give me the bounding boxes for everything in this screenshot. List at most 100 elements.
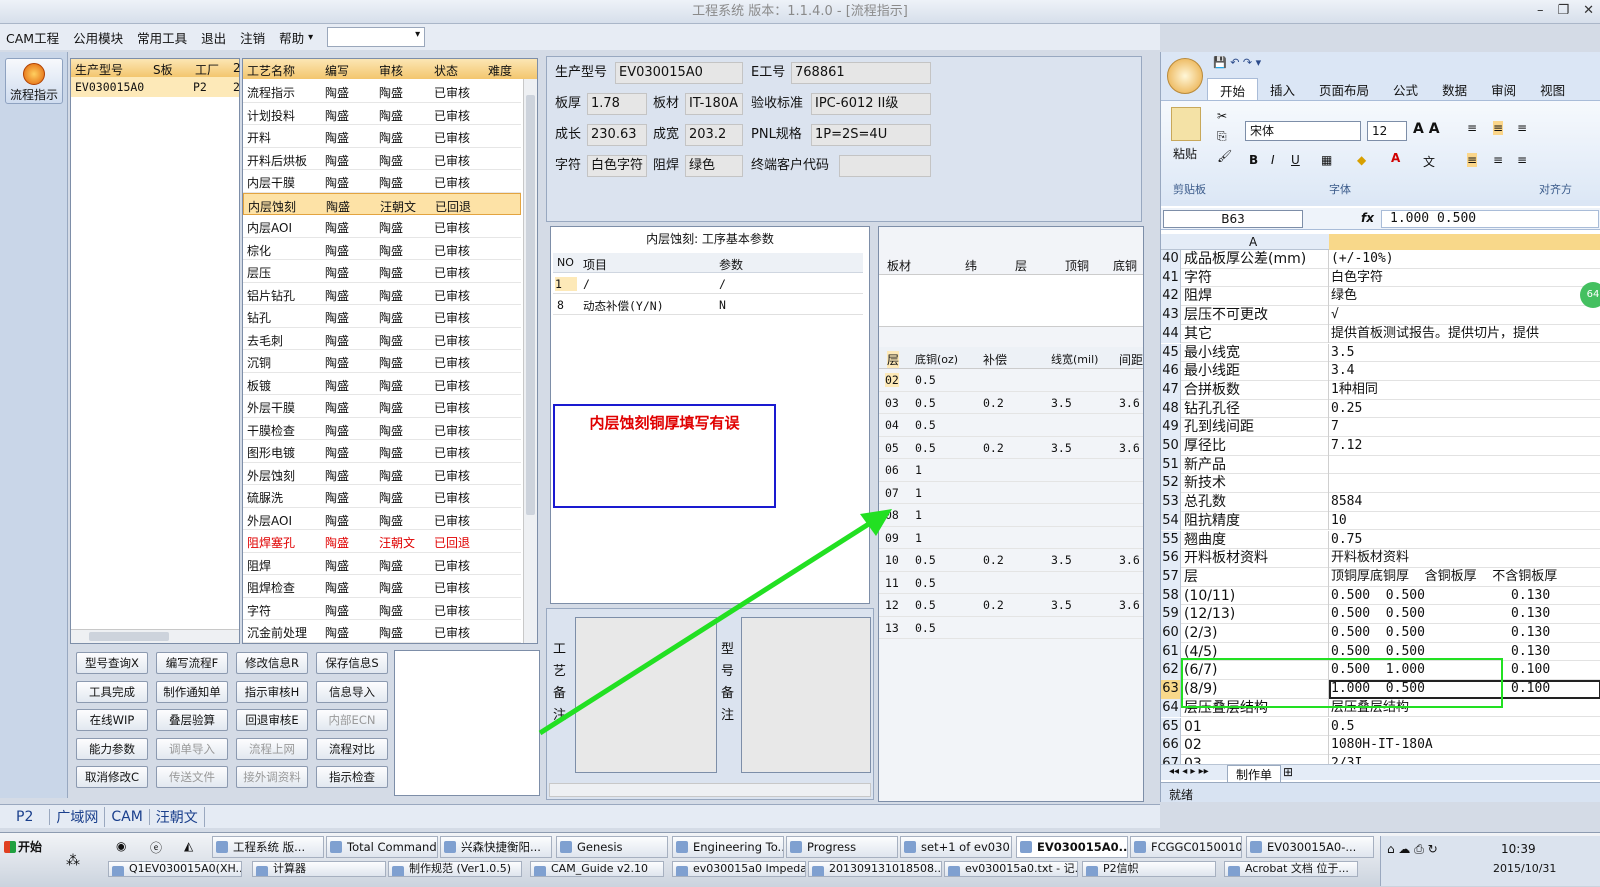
sheet-row[interactable]: 54 阻抗精度 10 (1161, 511, 1600, 531)
sheet-row[interactable]: 65 01 0.5 (1161, 717, 1600, 737)
flow-online-button[interactable]: 流程上网 (236, 737, 308, 760)
grow-font-icon[interactable]: A A (1413, 121, 1440, 137)
notes-box[interactable] (394, 650, 540, 796)
menu-logout[interactable]: 注销 (240, 28, 265, 47)
taskbar-item[interactable]: P2信帜 (1082, 861, 1216, 877)
row-number[interactable]: 40 (1161, 250, 1181, 269)
pnl-field[interactable]: 1P=2S=4U (811, 124, 931, 146)
taskbar-item[interactable]: set+1 of ev030... (900, 836, 1012, 858)
layer-row[interactable]: 11 0.5 (879, 572, 1143, 594)
sheet-row[interactable]: 50 厚径比 7.12 (1161, 437, 1600, 456)
copy-icon[interactable]: ⎘ (1217, 129, 1227, 144)
sheet-row[interactable]: 40 成品板厚公差(mm) (+/-10%) (1161, 250, 1600, 269)
row-number[interactable]: 45 (1161, 343, 1181, 363)
cell-b[interactable]: 0.500 0.500 0.130 (1329, 605, 1600, 624)
cell-b[interactable]: 提供首板测试报告。提供切片，提供 (1329, 325, 1600, 344)
process-remark-field[interactable] (575, 617, 717, 773)
cell-b[interactable]: 开料板材资料 (1329, 549, 1600, 568)
layer-row[interactable]: 02 0.5 (879, 369, 1143, 392)
cell-a[interactable]: 01 (1182, 717, 1329, 737)
row-number[interactable]: 53 (1161, 493, 1181, 512)
taskbar-item[interactable]: 工程系统 版... (212, 836, 324, 858)
cell-a[interactable]: (10/11) (1182, 586, 1329, 606)
taskbar-item[interactable]: 制作规范 (Ver1.0.5) (388, 861, 522, 877)
sheet-row[interactable]: 46 最小线距 3.4 (1161, 362, 1600, 381)
cell-a[interactable]: 新产品 (1182, 455, 1329, 475)
process-row[interactable]: 外层AOI 陶盛 陶盛 已审核 (243, 508, 521, 530)
row-number[interactable]: 42 (1161, 287, 1181, 307)
align-top-icon[interactable]: ≡ (1467, 121, 1477, 135)
cell-b[interactable]: 7.12 (1329, 437, 1600, 456)
process-row[interactable]: 去毛刺 陶盛 陶盛 已审核 (243, 328, 521, 350)
eno-field[interactable]: 768861 (791, 62, 931, 84)
model-field[interactable]: EV030015A0 (615, 62, 743, 84)
process-row[interactable]: 干膜检查 陶盛 陶盛 已审核 (243, 418, 521, 440)
process-row[interactable]: 图形电镀 陶盛 陶盛 已审核 (243, 440, 521, 463)
font-color-icon[interactable]: A (1391, 151, 1400, 165)
cell-b[interactable]: 0.25 (1329, 400, 1600, 419)
align-left-icon[interactable]: ≡ (1467, 153, 1478, 167)
taskbar-item[interactable]: Genesis (556, 836, 668, 858)
taskbar-item[interactable]: EV030015A0-... (1246, 836, 1374, 858)
fill-color-icon[interactable]: ◆ (1357, 153, 1366, 167)
cell-a[interactable]: 合拼板数 (1182, 380, 1329, 400)
model-query-button[interactable]: 型号查询X (76, 652, 148, 674)
cell-b[interactable]: (+/-10%) (1329, 250, 1600, 269)
row-number[interactable]: 57 (1161, 567, 1181, 587)
row-number[interactable]: 44 (1161, 324, 1181, 344)
internal-ecn-button[interactable]: 内部ECN (316, 709, 388, 731)
row-number[interactable]: 56 (1161, 549, 1181, 568)
sheet-row[interactable]: 45 最小线宽 3.5 (1161, 343, 1600, 363)
format-painter-icon[interactable]: 🖌 (1217, 149, 1232, 163)
paste-icon[interactable] (1171, 107, 1201, 141)
layer-row[interactable]: 03 0.5 0.2 3.5 3.6 (879, 392, 1143, 414)
col-process[interactable]: 工艺名称 (247, 62, 295, 79)
layer-row[interactable]: 08 1 (879, 504, 1143, 527)
sheet-row[interactable]: 57 层顶铜厚底铜厚 含铜板厚 不含铜板厚 (1161, 567, 1600, 587)
taskbar-item[interactable]: EV030015A0... (1016, 836, 1128, 858)
review-indicator-button[interactable]: 指示审核H (236, 680, 308, 703)
row-number[interactable]: 61 (1161, 642, 1181, 662)
ribbon-tab-2[interactable]: 页面布局 (1307, 78, 1381, 102)
ribbon-tab-3[interactable]: 公式 (1381, 78, 1430, 102)
cell-b[interactable]: 0.75 (1329, 531, 1600, 550)
cell-a[interactable]: 字符 (1182, 268, 1329, 288)
cell-a[interactable]: 厚径比 (1182, 437, 1329, 456)
size-select[interactable]: 12 (1367, 121, 1407, 141)
quicklaunch-icon[interactable]: ⁂ (66, 853, 80, 869)
font-select[interactable]: 宋体 (1245, 121, 1361, 141)
cell-b[interactable]: 白色字符 (1329, 269, 1600, 288)
cell-a[interactable]: 阻焊 (1182, 287, 1329, 307)
layer-row[interactable]: 06 1 (879, 459, 1143, 482)
process-row[interactable]: 棕化 陶盛 陶盛 已审核 (243, 238, 521, 260)
taskbar-item[interactable]: ev030015a0.txt - 记... (944, 861, 1078, 877)
sheet-row[interactable]: 43 层压不可更改 √ (1161, 306, 1600, 325)
process-row[interactable]: 外层蚀刻 陶盛 陶盛 已审核 (243, 463, 521, 485)
cell-b[interactable]: √ (1329, 306, 1600, 325)
standard-field[interactable]: IPC-6012 II级 (811, 93, 931, 115)
col-model[interactable]: 生产型号 (75, 61, 123, 78)
row-number[interactable]: 47 (1161, 380, 1181, 400)
layer-row[interactable]: 04 0.5 (879, 414, 1143, 437)
params-row[interactable]: 8 动态补偿(Y/N) N (553, 295, 863, 315)
send-file-button[interactable]: 传送文件 (156, 766, 228, 788)
cell-a[interactable]: 层压不可更改 (1182, 306, 1329, 325)
return-review-button[interactable]: 回退审核E (236, 709, 308, 731)
col-difficulty[interactable]: 难度 (488, 62, 512, 79)
menu-combo[interactable] (327, 27, 426, 47)
process-row[interactable]: 字符 陶盛 陶盛 已审核 (243, 598, 521, 620)
process-row[interactable]: 硫脲洗 陶盛 陶盛 已审核 (243, 485, 521, 508)
process-row[interactable]: 计划投料 陶盛 陶盛 已审核 (243, 103, 521, 125)
sheet-row[interactable]: 53 总孔数 8584 (1161, 493, 1600, 512)
row-number[interactable]: 60 (1161, 624, 1181, 643)
sheet-row[interactable]: 41 字符 白色字符 (1161, 268, 1600, 288)
sheet-row[interactable]: 42 阻焊 绿色 (1161, 287, 1600, 307)
layer-row[interactable]: 05 0.5 0.2 3.5 3.6 (879, 437, 1143, 459)
col-a-header[interactable]: A (1249, 235, 1257, 249)
taskbar-item[interactable]: 201309131018508... (808, 861, 942, 877)
cell-a[interactable]: 开料板材资料 (1182, 549, 1329, 568)
mask-field[interactable]: 绿色 (685, 155, 743, 177)
tab-p2[interactable]: P2 (0, 808, 51, 825)
align-middle-icon[interactable]: ≡ (1493, 121, 1504, 135)
menu-cam[interactable]: CAM工程 (6, 28, 59, 47)
